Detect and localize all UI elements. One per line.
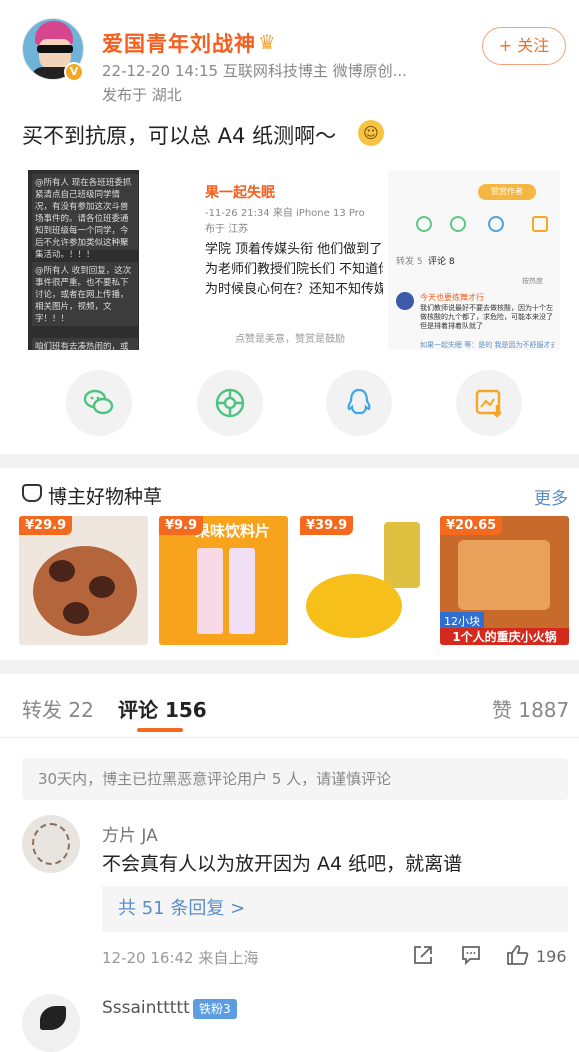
post-location: 发布于 湖北 <box>102 86 182 104</box>
comment-meta: 12-20 16:42 来自上海 <box>102 949 259 967</box>
yellow-peach-image <box>306 574 402 638</box>
post-text: 买不到抗原，可以总 A4 纸测啊～ <box>22 124 337 148</box>
drink-tube <box>229 548 255 634</box>
share-moments-button[interactable] <box>197 370 263 436</box>
share-mini-icon <box>488 216 504 232</box>
commenter-avatar[interactable] <box>22 815 80 873</box>
screenshot-username: 果一起失眠 <box>205 185 275 201</box>
drink-tube <box>197 548 223 634</box>
post-image-3[interactable]: 赞赏作者 转发 5 评论 8 按热度 今天也要练舞才行 我们教师说最好不要去做核… <box>388 170 560 350</box>
comment-text: 不会真有人以为放开因为 A4 纸吧，就离谱 <box>102 853 463 875</box>
tab-divider <box>0 737 579 738</box>
avatar-sunglasses <box>37 45 73 53</box>
follow-button[interactable]: + 关注 <box>482 27 566 65</box>
persimmon-piece <box>63 602 89 624</box>
wechat-icon <box>83 389 114 415</box>
product-price: ¥9.9 <box>159 516 204 535</box>
post-image-1[interactable]: @所有人 现在各班班委抓紧清点自己班级同学情况，有没有参加这次斗兽场事件的。请各… <box>28 170 139 350</box>
verified-badge-icon: V <box>64 62 84 82</box>
dried-persimmon-image <box>33 546 137 636</box>
screenshot-sort: 按热度 <box>522 277 543 285</box>
view-replies-link[interactable]: 共 51 条回复 > <box>102 886 568 932</box>
post-image-2[interactable]: 果一起失眠 -11-26 21:34 来自 iPhone 13 Pro 布于 江… <box>205 170 383 350</box>
avatar-doodle <box>32 823 70 865</box>
comment-like-count: 196 <box>536 947 567 966</box>
post-meta: 22-12-20 14:15 互联网科技博主 微博原创... <box>102 62 407 80</box>
commenter-reply: 如果一起失眠 等：是的 我是因为不舒服才去 <box>420 341 554 349</box>
tab-comment[interactable]: 评论 156 <box>118 694 207 723</box>
peach-can <box>384 522 420 588</box>
share-comment-button[interactable] <box>412 944 434 970</box>
persimmon-piece <box>89 576 115 598</box>
share-qq-button[interactable] <box>326 370 392 436</box>
product-price: ¥29.9 <box>19 516 73 535</box>
commenter-text: 我们教师说最好不要去做核酸，因为十个左做核酸的九个都了，求危险，可能本来没了但是… <box>420 304 553 330</box>
persimmon-piece <box>49 560 75 582</box>
reward-author-button: 赞赏作者 <box>478 184 536 200</box>
comment-icon <box>462 946 480 966</box>
screenshot-meta: -11-26 21:34 来自 iPhone 13 Pro <box>205 208 365 219</box>
products-more-link[interactable]: 更多 <box>534 484 568 509</box>
reply-comment-button[interactable] <box>460 944 482 970</box>
tab-repost[interactable]: 转发 22 <box>22 694 94 723</box>
commenter-avatar <box>396 292 414 310</box>
commenter-avatar[interactable] <box>22 994 80 1052</box>
iron-fan-badge: 铁粉3 <box>193 999 237 1019</box>
shop-icon <box>22 484 42 502</box>
screenshot-text-line: 为老师们教授们院长们 不知道你 <box>205 262 383 277</box>
commenter-name[interactable]: 方片 JA <box>102 821 158 846</box>
hotpot-image <box>458 540 550 610</box>
share-mini-icon <box>532 216 548 232</box>
moments-icon <box>215 388 245 418</box>
thumbs-up-icon <box>507 945 529 965</box>
chat-message: @所有人 现在各班班委抓紧清点自己班级同学情况，有没有参加这次斗兽场事件的。请各… <box>32 174 138 260</box>
active-tab-indicator <box>137 728 183 732</box>
tab-like[interactable]: 赞 1887 <box>492 694 569 723</box>
product-card[interactable]: ¥29.9 <box>19 516 148 645</box>
commenter-name[interactable]: Sssainttttt <box>102 998 190 1018</box>
product-card[interactable]: 12小块 1个人的重庆小火锅 ¥20.65 <box>440 516 569 645</box>
smile-emoji-icon: ☺ <box>358 120 384 146</box>
product-card[interactable]: ¥39.9 <box>300 516 429 645</box>
screenshot-text-line: 为时候良心何在？还知不知传媒 <box>205 282 383 297</box>
products-title: 博主好物种草 <box>48 486 163 508</box>
screenshot-tab: 转发 5 <box>396 257 423 267</box>
product-card[interactable]: 果味饮料片 ¥9.9 <box>159 516 288 645</box>
product-price: ¥20.65 <box>440 516 503 535</box>
commenter-name: 今天也要练舞才行 <box>420 293 484 302</box>
author-name[interactable]: 爱国青年刘战神 <box>102 28 256 58</box>
screenshot-text-line: 学院 顶着传媒头衔 他们做到了 <box>205 242 383 257</box>
share-mini-icon <box>450 216 466 232</box>
like-comment-button[interactable] <box>506 944 530 970</box>
save-image-button[interactable] <box>456 370 522 436</box>
share-icon <box>414 946 432 964</box>
chat-message: 咱们班有去凑热闹的，或者参与 <box>32 338 138 350</box>
share-mini-icon <box>416 216 432 232</box>
chat-message: @所有人 收到回复，这次事件很严重。也不要私下讨论，或者在网上传播，相关图片，视… <box>32 262 138 326</box>
save-image-icon <box>475 389 502 418</box>
product-caption: 1个人的重庆小火锅 <box>440 628 569 645</box>
screenshot-footer: 点赞是美意，赞赏是鼓励 <box>235 334 345 345</box>
section-divider <box>0 454 579 468</box>
share-wechat-button[interactable] <box>66 370 132 436</box>
qq-icon <box>347 388 371 415</box>
avatar-bird <box>40 1006 66 1030</box>
screenshot-location: 布于 江苏 <box>205 224 249 235</box>
crown-icon: ♛ <box>258 30 276 54</box>
screenshot-tab: 评论 8 <box>428 257 455 267</box>
blacklist-notice: 30天内，博主已拉黑恶意评论用户 5 人，请谨慎评论 <box>22 758 568 800</box>
section-divider <box>0 660 579 674</box>
product-price: ¥39.9 <box>300 516 354 535</box>
